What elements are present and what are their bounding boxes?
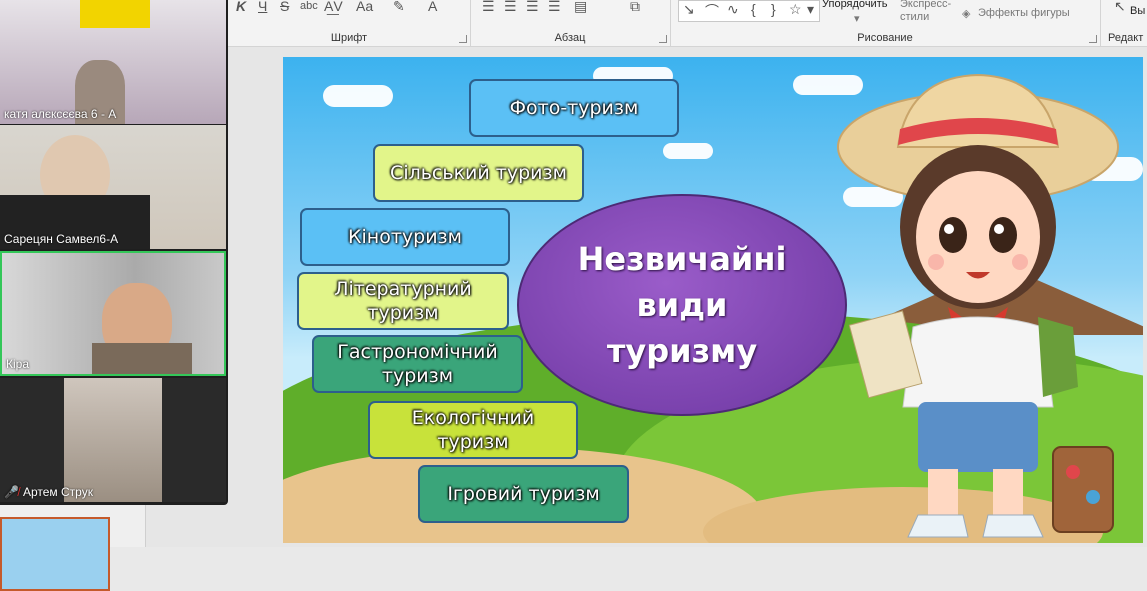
girl-traveler-illustration xyxy=(837,73,1119,538)
shadow-icon[interactable]: abc xyxy=(300,0,318,12)
select-button[interactable]: Вы xyxy=(1130,5,1145,17)
shape-effects-icon[interactable]: ◈ xyxy=(962,7,970,20)
highlight-icon[interactable]: ✎ xyxy=(393,0,405,15)
font-color-icon[interactable]: A xyxy=(428,0,437,14)
ribbon-group-paragraph: ☰ ☰ ☰ ☰ ▤ ⧉ Абзац xyxy=(470,0,671,46)
center-title-line: види xyxy=(636,286,728,324)
center-title-line: туризму xyxy=(606,332,758,370)
align-right-icon[interactable]: ☰ xyxy=(526,0,539,15)
char-spacing-icon[interactable]: A͟V xyxy=(324,0,343,14)
group-label-paragraph: Абзац xyxy=(554,32,586,44)
box-film-tourism[interactable]: Кінотуризм xyxy=(300,208,510,266)
participant-tile-active-speaker[interactable]: Кіра xyxy=(0,251,226,376)
group-label-font: Шрифт xyxy=(330,32,368,44)
box-rural-tourism[interactable]: Сільський туризм xyxy=(373,144,584,202)
arrange-dropdown-icon[interactable]: ▾ xyxy=(854,12,860,25)
participant-name: Артем Струк xyxy=(22,485,93,499)
participant-name: катя алєксєєва 6 - А xyxy=(4,107,117,121)
group-label-editing: Редакт xyxy=(1108,32,1144,44)
underline-icon[interactable]: Ч xyxy=(258,0,267,14)
font-dialog-launcher-icon[interactable] xyxy=(459,35,467,43)
brace-left-icon[interactable]: { xyxy=(751,1,756,17)
box-gastro-tourism[interactable]: Гастрономічний туризм xyxy=(312,335,523,393)
italic-icon[interactable]: K xyxy=(236,0,246,14)
box-game-tourism[interactable]: Ігровий туризм xyxy=(418,465,629,523)
participant-clothing xyxy=(92,343,192,374)
smartart-icon[interactable]: ⧉ xyxy=(630,0,640,15)
participant-name: Сарецян Самвел6-А xyxy=(4,232,119,246)
paragraph-dialog-launcher-icon[interactable] xyxy=(659,35,667,43)
box-literary-tourism[interactable]: Літературний туризм xyxy=(297,272,509,330)
curve-shape-icon[interactable]: ⌒ xyxy=(705,1,719,21)
columns-icon[interactable]: ▤ xyxy=(574,0,587,15)
participant-tile[interactable]: 🎤̸ Артем Струк xyxy=(0,378,226,502)
strikethrough-icon[interactable]: S xyxy=(280,0,289,14)
group-label-drawing: Рисование xyxy=(857,32,913,44)
ribbon-group-editing: ↖ Вы Редакт xyxy=(1100,0,1147,46)
ribbon-group-font: K Ч S abc A͟V Aa ✎ A Шрифт xyxy=(228,0,471,46)
center-title-oval[interactable]: Незвичайні види туризму xyxy=(517,194,847,416)
shapes-gallery[interactable]: ↘ ⌒ ∿ { } ☆ ▾ xyxy=(678,0,820,22)
justify-icon[interactable]: ☰ xyxy=(548,0,561,15)
star-shape-icon[interactable]: ☆ xyxy=(789,1,802,18)
quick-styles-button[interactable]: Экспресс-стили xyxy=(900,0,951,24)
ribbon-group-drawing: ↘ ⌒ ∿ { } ☆ ▾ Упорядочить ▾ Экспресс-сти… xyxy=(670,0,1101,46)
participant-tile[interactable]: Сарецян Самвел6-А xyxy=(0,125,226,249)
freeform-shape-icon[interactable]: ∿ xyxy=(727,1,739,18)
select-cursor-icon[interactable]: ↖ xyxy=(1114,0,1126,15)
participant-name: Кіра xyxy=(6,357,30,371)
selected-slide-thumbnail[interactable] xyxy=(0,517,110,591)
cloud xyxy=(663,143,713,159)
line-shape-icon[interactable]: ↘ xyxy=(683,1,695,18)
drawing-dialog-launcher-icon[interactable] xyxy=(1089,35,1097,43)
center-title-line: Незвичайні xyxy=(577,240,787,278)
gallery-more-icon[interactable]: ▾ xyxy=(807,1,814,18)
participant-video xyxy=(64,378,162,502)
align-left-icon[interactable]: ☰ xyxy=(482,0,495,15)
slide-canvas[interactable]: Фото-туризм Сільський туризм Кінотуризм … xyxy=(283,57,1143,543)
microphone-muted-icon: 🎤̸ xyxy=(4,485,19,499)
box-photo-tourism[interactable]: Фото-туризм xyxy=(469,79,679,137)
participant-tile[interactable]: катя алєксєєва 6 - А xyxy=(0,0,226,124)
change-case-icon[interactable]: Aa xyxy=(356,0,373,14)
background-flag xyxy=(80,0,150,28)
shape-effects-button[interactable]: Эффекты фигуры xyxy=(978,7,1070,19)
brace-right-icon[interactable]: } xyxy=(771,1,776,17)
arrange-button[interactable]: Упорядочить xyxy=(822,0,887,10)
align-center-icon[interactable]: ☰ xyxy=(504,0,517,15)
video-call-panel: катя алєксєєва 6 - А Сарецян Самвел6-А К… xyxy=(0,0,228,505)
cloud xyxy=(323,85,393,107)
box-eco-tourism[interactable]: Екологічний туризм xyxy=(368,401,578,459)
participant-label: 🎤̸ Артем Струк xyxy=(4,485,93,499)
